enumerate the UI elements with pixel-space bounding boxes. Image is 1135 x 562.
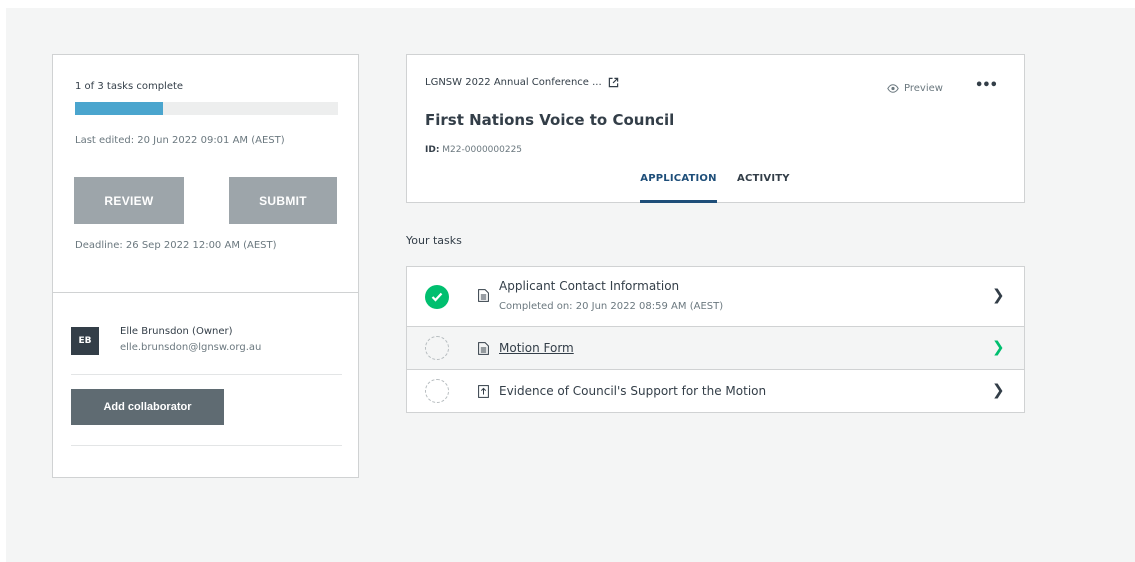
task-list: Applicant Contact Information Completed … xyxy=(406,266,1025,413)
tab-activity[interactable]: ACTIVITY xyxy=(737,173,790,203)
document-icon xyxy=(478,342,489,355)
application-status-card: 1 of 3 tasks complete Last edited: 20 Ju… xyxy=(52,54,359,478)
divider xyxy=(71,445,342,446)
task-row-applicant-contact[interactable]: Applicant Contact Information Completed … xyxy=(407,267,1024,327)
external-link-icon xyxy=(608,77,618,88)
chevron-right-icon: ❯ xyxy=(992,286,1005,304)
progress-label: 1 of 3 tasks complete xyxy=(75,81,184,92)
incomplete-status-icon xyxy=(425,336,449,360)
divider xyxy=(53,292,358,293)
more-options-icon[interactable]: ••• xyxy=(975,78,998,93)
owner-name: Elle Brunsdon (Owner) xyxy=(120,326,233,337)
add-collaborator-button[interactable]: Add collaborator xyxy=(71,389,224,425)
preview-label: Preview xyxy=(904,83,943,94)
owner-email: elle.brunsdon@lgnsw.org.au xyxy=(120,342,262,353)
upload-icon xyxy=(478,385,489,398)
divider xyxy=(71,374,342,375)
conference-link-label: LGNSW 2022 Annual Conference ... xyxy=(425,77,602,88)
deadline-text: Deadline: 26 Sep 2022 12:00 AM (AEST) xyxy=(75,240,277,251)
document-icon xyxy=(478,289,489,302)
task-title[interactable]: Motion Form xyxy=(499,341,574,355)
task-row-motion-form[interactable]: Motion Form ❯ xyxy=(407,327,1024,370)
progress-bar xyxy=(75,102,338,115)
chevron-right-icon: ❯ xyxy=(992,381,1005,399)
submission-id-label: ID: xyxy=(425,145,440,155)
submission-id-value: M22-0000000225 xyxy=(442,145,523,155)
task-completed-date: Completed on: 20 Jun 2022 08:59 AM (AEST… xyxy=(499,301,724,312)
complete-check-icon xyxy=(425,285,449,309)
last-edited-text: Last edited: 20 Jun 2022 09:01 AM (AEST) xyxy=(75,135,285,146)
review-button[interactable]: REVIEW xyxy=(74,177,184,224)
task-title: Applicant Contact Information xyxy=(499,279,680,293)
progress-bar-fill xyxy=(75,102,163,115)
submit-button[interactable]: SUBMIT xyxy=(229,177,337,224)
submission-id: ID: M22-0000000225 xyxy=(425,145,522,155)
submission-header-card: LGNSW 2022 Annual Conference ... Preview… xyxy=(406,54,1025,203)
incomplete-status-icon xyxy=(425,379,449,403)
page-title: First Nations Voice to Council xyxy=(425,111,675,129)
eye-icon xyxy=(887,84,899,93)
chevron-right-icon: ❯ xyxy=(992,338,1005,356)
conference-link[interactable]: LGNSW 2022 Annual Conference ... xyxy=(425,77,619,88)
tab-application[interactable]: APPLICATION xyxy=(640,173,717,203)
task-row-evidence-of-support[interactable]: Evidence of Council's Support for the Mo… xyxy=(407,370,1024,413)
avatar: EB xyxy=(71,327,99,355)
preview-button[interactable]: Preview xyxy=(887,83,943,94)
tasks-heading: Your tasks xyxy=(406,234,462,247)
task-title: Evidence of Council's Support for the Mo… xyxy=(499,384,767,398)
